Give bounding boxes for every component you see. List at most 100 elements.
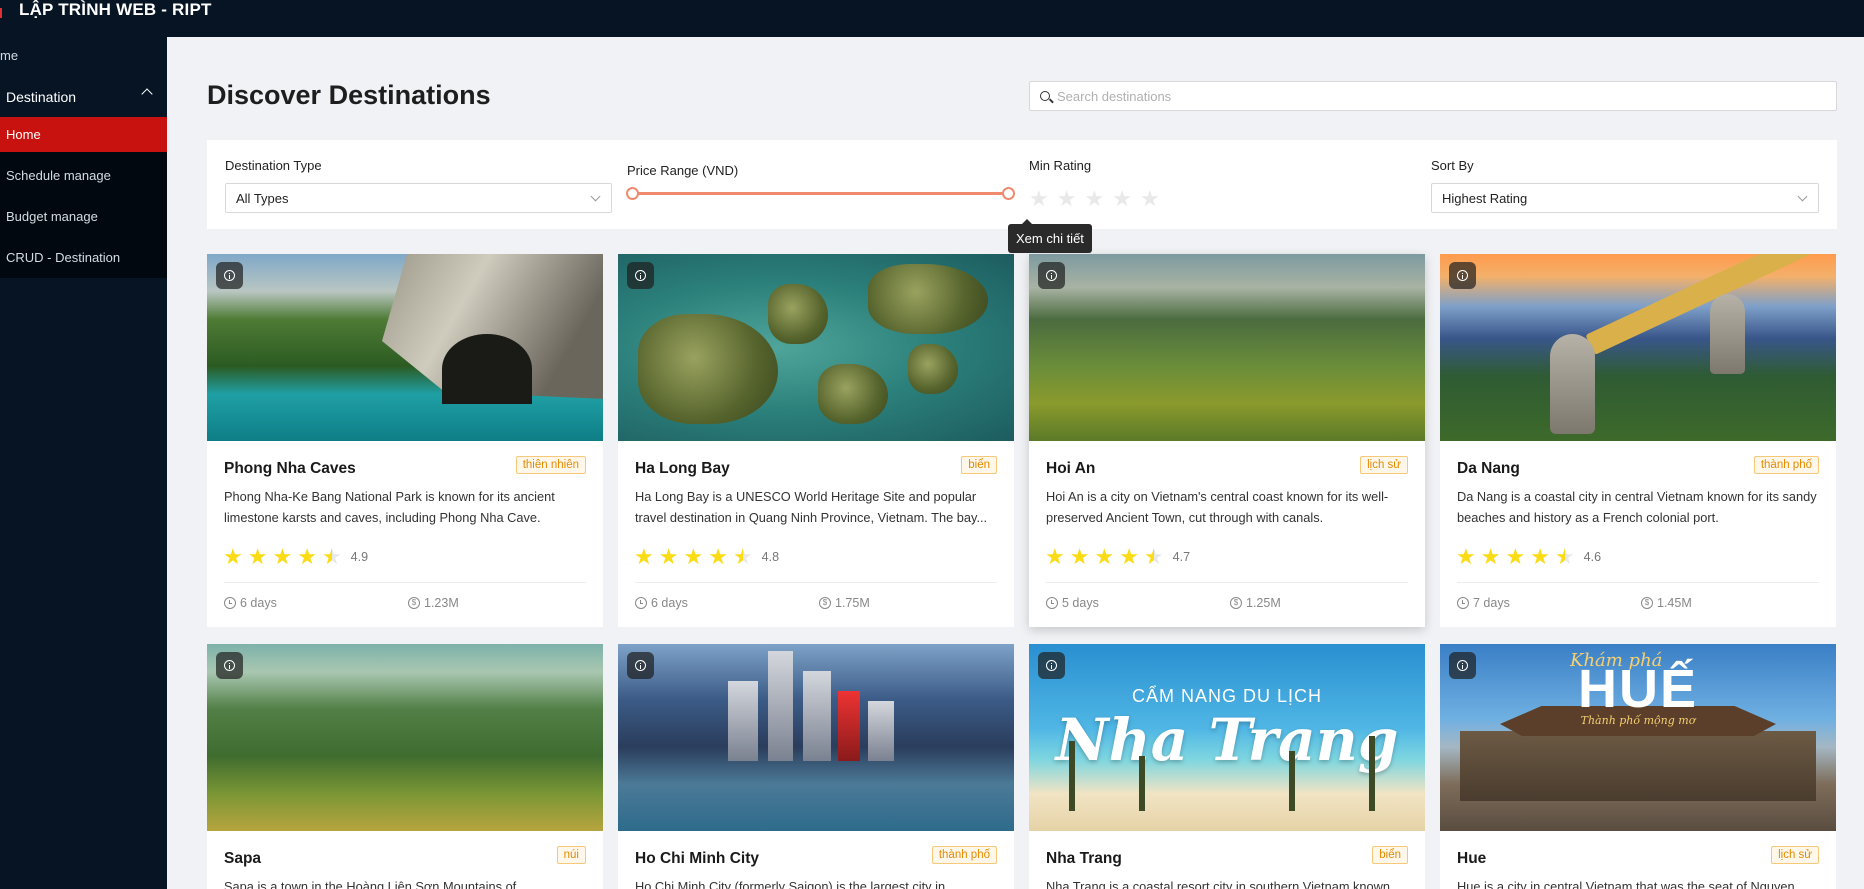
sort-by-select[interactable]: Highest Rating — [1431, 183, 1819, 213]
clock-icon — [635, 597, 647, 609]
duration-text: 6 days — [651, 596, 688, 610]
image-title: HUẾ — [1577, 659, 1698, 719]
category-badge: thành phố — [931, 846, 997, 864]
chevron-down-icon — [1797, 191, 1808, 202]
destination-card[interactable]: CẨM NANG DU LỊCH Nha Trang Nha Trang biể… — [1029, 644, 1425, 889]
star-icon: ★ — [223, 544, 243, 569]
half-star-icon: ★ — [321, 544, 342, 569]
info-icon — [224, 660, 235, 671]
destination-card[interactable]: Phong Nha Caves thiên nhiên Phong Nha-Ke… — [207, 254, 603, 627]
destination-card[interactable]: Ho Chi Minh City thành phố Ho Chi Minh C… — [618, 644, 1014, 889]
destination-card[interactable]: Ha Long Bay biển Ha Long Bay is a UNESCO… — [618, 254, 1014, 627]
star-icon[interactable]: ★ — [1084, 188, 1104, 210]
half-star-icon: ★ — [1554, 544, 1575, 569]
star-icon: ★ — [1094, 544, 1115, 569]
page-title: Discover Destinations — [207, 80, 491, 110]
star-icon[interactable]: ★ — [1112, 188, 1132, 210]
duration-text: 6 days — [240, 596, 277, 610]
destination-image — [1440, 254, 1836, 441]
destination-card[interactable]: Hoi An lịch sử Hoi An is a city on Vietn… — [1029, 254, 1425, 627]
destination-type-select[interactable]: All Types — [225, 183, 612, 213]
star-icon: ★ — [1530, 544, 1550, 569]
destination-card[interactable]: Khám phá HUẾ Thành phố mộng mơ Hue lịch … — [1440, 644, 1836, 889]
star-icon: ★ — [247, 544, 268, 569]
destination-name: Hoi An — [1046, 460, 1096, 477]
destination-image — [618, 644, 1014, 831]
destination-image — [207, 644, 603, 831]
star-icon: ★ — [1480, 544, 1501, 569]
star-icon: ★ — [1505, 544, 1526, 569]
price-min-handle[interactable] — [626, 187, 639, 200]
logo-icon — [0, 8, 8, 18]
info-button[interactable] — [1449, 652, 1476, 679]
rating-value: 4.8 — [761, 550, 780, 564]
info-button[interactable] — [1038, 652, 1065, 679]
clock-icon — [1457, 597, 1469, 609]
destination-name: Ha Long Bay — [635, 460, 730, 477]
rating-stars: ★ ★ ★ ★ ★ 4.6 — [1456, 546, 1601, 568]
destination-description: Da Nang is a coastal city in central Vie… — [1457, 489, 1817, 525]
price: $1.45M — [1641, 596, 1692, 610]
destination-description: Ha Long Bay is a UNESCO World Heritage S… — [635, 489, 988, 525]
info-button[interactable] — [627, 262, 654, 289]
price-max-handle[interactable] — [1002, 187, 1015, 200]
star-icon[interactable]: ★ — [1140, 188, 1160, 210]
destination-card[interactable]: Sapa núi Sapa is a town in the Hoàng Liê… — [207, 644, 603, 889]
star-icon: ★ — [683, 544, 704, 569]
destination-description: Hue is a city in central Vietnam that wa… — [1457, 879, 1795, 889]
star-icon: ★ — [272, 544, 293, 569]
info-button[interactable] — [216, 262, 243, 289]
min-rating-stars[interactable]: ★ ★ ★ ★ ★ — [1029, 188, 1160, 210]
star-icon: ★ — [1456, 544, 1476, 569]
sidebar-item-home-root[interactable]: me — [0, 37, 167, 73]
info-icon — [635, 660, 646, 671]
sidebar-item-crud-destination[interactable]: CRUD - Destination — [0, 236, 167, 278]
star-icon: ★ — [1045, 544, 1065, 569]
search-input[interactable] — [1057, 88, 1817, 104]
info-button[interactable] — [1038, 262, 1065, 289]
chevron-up-icon — [141, 88, 153, 100]
destination-description: Sapa is a town in the Hoàng Liên Sơn Mou… — [224, 879, 517, 889]
price: $1.25M — [1230, 596, 1281, 610]
info-icon — [1457, 270, 1468, 281]
divider — [1457, 582, 1819, 583]
sidebar-item-home[interactable]: Home — [0, 117, 167, 152]
chevron-down-icon — [590, 191, 601, 202]
star-icon: ★ — [297, 544, 317, 569]
dollar-icon: $ — [408, 597, 420, 609]
dollar-icon: $ — [1641, 597, 1653, 609]
rating-value: 4.7 — [1172, 550, 1191, 564]
star-icon: ★ — [634, 544, 654, 569]
price-text: 1.45M — [1657, 596, 1692, 610]
duration-text: 7 days — [1473, 596, 1510, 610]
destination-description: Phong Nha-Ke Bang National Park is known… — [224, 489, 555, 525]
destination-card[interactable]: Da Nang thành phố Da Nang is a coastal c… — [1440, 254, 1836, 627]
sidebar: me Destination Home Schedule manage Budg… — [0, 37, 167, 889]
sidebar-group-destination[interactable]: Destination — [0, 76, 167, 118]
price-range-label: Price Range (VND) — [627, 163, 739, 178]
clock-icon — [1046, 597, 1058, 609]
info-button[interactable] — [627, 652, 654, 679]
price-text: 1.23M — [424, 596, 459, 610]
sidebar-item-schedule[interactable]: Schedule manage — [0, 154, 167, 196]
half-star-icon: ★ — [1143, 544, 1164, 569]
destination-name: Nha Trang — [1046, 850, 1122, 867]
info-button[interactable] — [1449, 262, 1476, 289]
min-rating-label: Min Rating — [1029, 158, 1092, 173]
star-icon[interactable]: ★ — [1057, 188, 1077, 210]
category-badge: biển — [1372, 846, 1408, 864]
duration: 5 days — [1046, 596, 1099, 610]
destination-image — [618, 254, 1014, 441]
destination-image: Khám phá HUẾ Thành phố mộng mơ — [1440, 644, 1836, 831]
dollar-icon: $ — [819, 597, 831, 609]
star-icon[interactable]: ★ — [1029, 188, 1049, 210]
price: $1.23M — [408, 596, 459, 610]
divider — [635, 582, 997, 583]
duration: 6 days — [224, 596, 277, 610]
sidebar-group-label: Destination — [6, 89, 77, 105]
info-button[interactable] — [216, 652, 243, 679]
search-box[interactable] — [1029, 81, 1837, 111]
sidebar-item-budget[interactable]: Budget manage — [0, 195, 167, 237]
price-range-track[interactable] — [633, 192, 1009, 195]
top-header: LẬP TRÌNH WEB - RIPT — [0, 0, 1864, 37]
